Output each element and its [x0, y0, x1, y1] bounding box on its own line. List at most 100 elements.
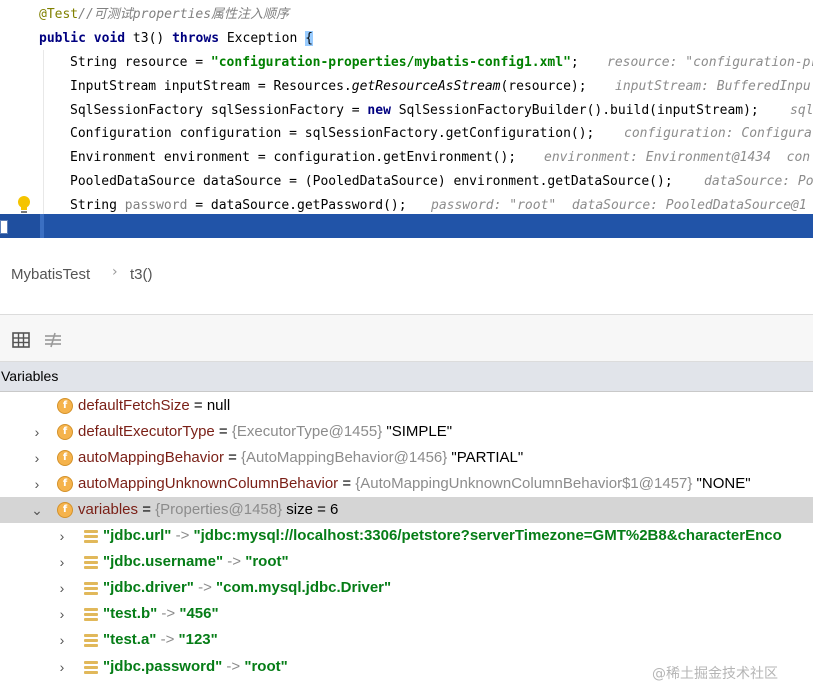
inline-debug-hint: sql [790, 103, 813, 118]
keyword-throws: throws [172, 31, 220, 46]
entry-arrow: -> [193, 579, 217, 596]
tree-row-field-selected[interactable]: ⌄ f variables = {Properties@1458} size =… [0, 497, 813, 523]
chevron-right-icon: › [112, 264, 118, 280]
string-literal: "configuration-properties/mybatis-config… [210, 55, 571, 70]
inline-debug-hint: dataSource: Po [704, 174, 813, 189]
field-type: {AutoMappingUnknownColumnBehavior$1@1457… [355, 475, 693, 492]
equals-sign: = [138, 501, 156, 518]
chevron-right-icon[interactable]: › [30, 419, 44, 445]
code-line-configuration[interactable]: Configuration configuration = sqlSession… [0, 122, 813, 145]
variables-tree[interactable]: f defaultFetchSize = null › f defaultExe… [0, 392, 813, 688]
tree-row-entry[interactable]: › "jdbc.username" -> "root" [0, 549, 813, 575]
chevron-right-icon[interactable]: › [55, 549, 69, 575]
entry-key: "test.b" [103, 605, 158, 622]
entry-key: "jdbc.driver" [103, 579, 194, 596]
entry-key: "test.a" [103, 631, 157, 648]
chevron-right-icon[interactable]: › [55, 627, 69, 653]
entry-value: "root" [245, 553, 289, 570]
code-text: Configuration configuration = sqlSession… [70, 126, 595, 141]
chevron-right-icon[interactable]: › [30, 445, 44, 471]
field-name: defaultExecutorType [78, 423, 215, 440]
keyword-new: new [367, 103, 391, 118]
entry-arrow: -> [171, 527, 194, 544]
code-text: PooledDataSource dataSource = (PooledDat… [70, 174, 673, 189]
tree-row-field[interactable]: f defaultFetchSize = null [0, 393, 813, 419]
chevron-right-icon[interactable]: › [55, 575, 69, 601]
code-text: InputStream inputStream = Resources. [70, 79, 352, 94]
field-value: "SIMPLE" [382, 423, 453, 440]
code-line-method-signature[interactable]: public void t3() throws Exception { [0, 27, 813, 50]
method-name: t3 [132, 31, 149, 46]
map-entry-icon [84, 633, 98, 647]
breadcrumb: MybatisTest › t3() [0, 238, 813, 314]
field-name: autoMappingBehavior [78, 449, 224, 466]
breadcrumb-method[interactable]: t3() [130, 266, 153, 283]
exception-type: Exception [219, 31, 306, 46]
tree-row-entry[interactable]: › "test.b" -> "456" [0, 601, 813, 627]
equals-sign: = [338, 475, 356, 492]
entry-arrow: -> [156, 631, 179, 648]
inline-debug-hint: resource: "configuration-pr [607, 55, 813, 70]
watermark: @稀土掘金技术社区 [652, 666, 778, 682]
code-line-input-stream[interactable]: InputStream inputStream = Resources.getR… [0, 75, 813, 98]
execution-point-marker [0, 220, 8, 234]
code-line-resource[interactable]: String resource = "configuration-propert… [0, 51, 813, 74]
tree-row-entry[interactable]: › "jdbc.url" -> "jdbc:mysql://localhost:… [0, 523, 813, 549]
field-value: null [206, 397, 231, 414]
field-type: {ExecutorType@1455} [231, 423, 383, 440]
field-type: {Properties@1458} [155, 501, 283, 518]
entry-key: "jdbc.username" [103, 553, 224, 570]
map-entry-icon [84, 555, 98, 569]
inline-debug-hint: inputStream: BufferedInpu [615, 79, 811, 94]
breadcrumb-class[interactable]: MybatisTest [11, 266, 90, 283]
entry-value: "jdbc:mysql://localhost:3306/petstore?se… [193, 527, 782, 544]
entry-value: "root" [244, 658, 288, 675]
code-line-session-factory[interactable]: SqlSessionFactory sqlSessionFactory = ne… [0, 99, 813, 122]
tree-row-field[interactable]: › f autoMappingUnknownColumnBehavior = {… [0, 471, 813, 497]
tree-row-entry[interactable]: › "test.a" -> "123" [0, 627, 813, 653]
field-value: "NONE" [692, 475, 751, 492]
static-method: getResourceAsStream [351, 79, 501, 94]
code-end: ; [570, 55, 579, 70]
execution-point-line [0, 214, 813, 238]
variables-panel-title: Variables [1, 368, 59, 384]
chevron-right-icon[interactable]: › [55, 523, 69, 549]
settings-filter-icon[interactable] [43, 330, 63, 350]
chevron-right-icon[interactable]: › [55, 654, 69, 680]
inline-debug-hint: configuration: Configura [624, 126, 812, 141]
chevron-down-icon[interactable]: ⌄ [30, 497, 44, 523]
test-annotation: @Test [39, 7, 79, 22]
field-name: defaultFetchSize [78, 397, 190, 414]
code-line-environment[interactable]: Environment environment = configuration.… [0, 146, 813, 169]
field-value: size = 6 [282, 501, 339, 518]
code-editor[interactable]: @Test//可测试properties属性注入顺序 public void t… [0, 0, 813, 238]
debug-toolbar [0, 314, 813, 362]
keyword-public-void: public void [39, 31, 133, 46]
code-line-annotation[interactable]: @Test//可测试properties属性注入顺序 [0, 3, 813, 26]
chevron-right-icon[interactable]: › [55, 601, 69, 627]
entry-key: "jdbc.url" [103, 527, 172, 544]
code-text: SqlSessionFactory sqlSessionFactory = [70, 103, 368, 118]
code-end: (resource); [500, 79, 587, 94]
map-entry-icon [84, 581, 98, 595]
inline-debug-hint: environment: Environment@1434 con [544, 150, 811, 165]
unused-variable: password [124, 198, 188, 213]
table-icon[interactable] [11, 330, 31, 350]
tree-row-field[interactable]: › f defaultExecutorType = {ExecutorType@… [0, 419, 813, 445]
chevron-right-icon[interactable]: › [30, 471, 44, 497]
field-name: autoMappingUnknownColumnBehavior [78, 475, 339, 492]
method-params: () [148, 31, 173, 46]
open-brace: { [305, 31, 313, 46]
field-icon: f [57, 476, 73, 492]
tree-row-field[interactable]: › f autoMappingBehavior = {AutoMappingBe… [0, 445, 813, 471]
entry-key: "jdbc.password" [103, 658, 223, 675]
code-line-datasource[interactable]: PooledDataSource dataSource = (PooledDat… [0, 170, 813, 193]
tree-row-entry[interactable]: › "jdbc.driver" -> "com.mysql.jdbc.Drive… [0, 575, 813, 601]
equals-sign: = [223, 449, 242, 466]
field-icon: f [57, 450, 73, 466]
entry-arrow: -> [222, 658, 245, 675]
field-value: "PARTIAL" [447, 449, 524, 466]
entry-value: "456" [179, 605, 219, 622]
entry-value: "com.mysql.jdbc.Driver" [216, 579, 392, 596]
code-end: = dataSource.getPassword(); [187, 198, 407, 213]
